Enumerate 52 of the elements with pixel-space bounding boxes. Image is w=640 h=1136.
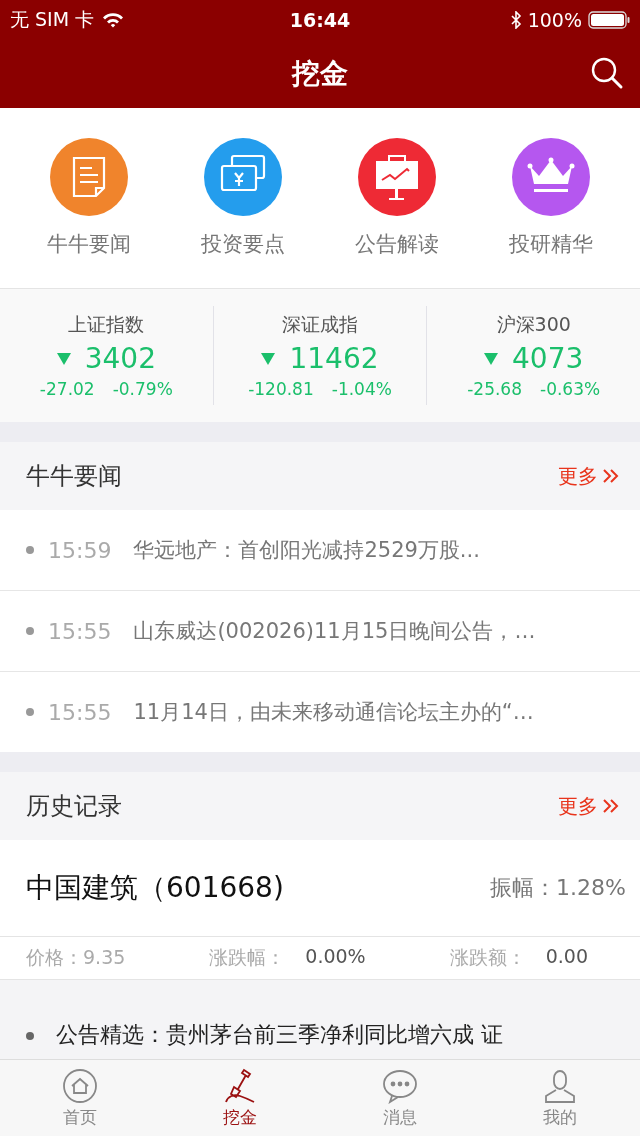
change-percent-label: 涨跌幅： [209,945,286,970]
index-value: 3402 [84,342,156,375]
chat-bubble-icon [382,1067,418,1104]
battery-text: 100% [527,9,582,31]
double-chevron-icon [602,798,620,814]
index-value: 4073 [512,342,584,375]
home-icon [62,1067,98,1104]
stock-name[interactable]: 中国建筑（601668) [26,869,284,907]
tab-bar-item[interactable]: 挖金 [160,1060,320,1136]
index-name: 沪深300 [496,312,571,337]
bullet-icon [26,627,34,635]
shortcut-item[interactable]: 投资要点 [201,138,285,258]
index-value: 11462 [289,342,379,375]
news-item[interactable]: 15:59 华远地产：首创阳光减持2529万股... [0,510,640,591]
shortcut-item[interactable]: 公告解读 [355,138,439,258]
price-text: 价格：9.35 [26,945,126,970]
news-item[interactable]: 15:55 山东威达(002026)11月15日晚间公告，… [0,591,640,672]
more-link[interactable]: 更多 [558,462,620,490]
more-link[interactable]: 更多 [558,792,620,820]
news-item[interactable]: 15:55 11月14日，由未来移动通信论坛主办的“… [0,672,640,752]
index-change: -27.02 [39,379,95,399]
person-icon [542,1067,578,1104]
bullet-icon [26,1032,34,1040]
carrier-text: 无 SIM 卡 [10,7,95,32]
change-percent-value: 0.00% [305,945,366,969]
amplitude-text: 振幅：1.28% [490,874,626,902]
bullet-icon [26,708,34,716]
search-icon[interactable] [590,56,624,90]
index-percent: -0.63% [540,379,601,399]
announcement-text[interactable]: 公告精选：贵州茅台前三季净利同比增六成 证 [56,1020,503,1050]
page-title: 挖金 [292,56,348,92]
shortcut-item[interactable]: 投研精华 [509,138,593,258]
bluetooth-icon [509,11,522,29]
section-title: 历史记录 [26,791,122,822]
index-name: 上证指数 [68,312,145,337]
double-chevron-icon [602,468,620,484]
change-amount-label: 涨跌额： [449,945,526,970]
section-title: 牛牛要闻 [26,461,122,492]
index-name: 深证成指 [282,312,358,337]
tab-bar-item[interactable]: 我的 [480,1060,640,1136]
index-change: -25.68 [467,379,522,399]
change-amount-value: 0.00 [545,945,588,969]
index-change: -120.81 [248,379,314,399]
wifi-icon [102,12,125,28]
index-percent: -0.79% [112,379,173,399]
index-percent: -1.04% [331,379,392,399]
bullet-icon [26,546,34,554]
shortcut-item[interactable]: 牛牛要闻 [47,138,131,258]
tab-bar-item[interactable]: 消息 [320,1060,480,1136]
battery-icon [588,11,630,29]
clock-text: 16:44 [289,9,351,31]
tab-bar-item[interactable]: 首页 [0,1060,160,1136]
